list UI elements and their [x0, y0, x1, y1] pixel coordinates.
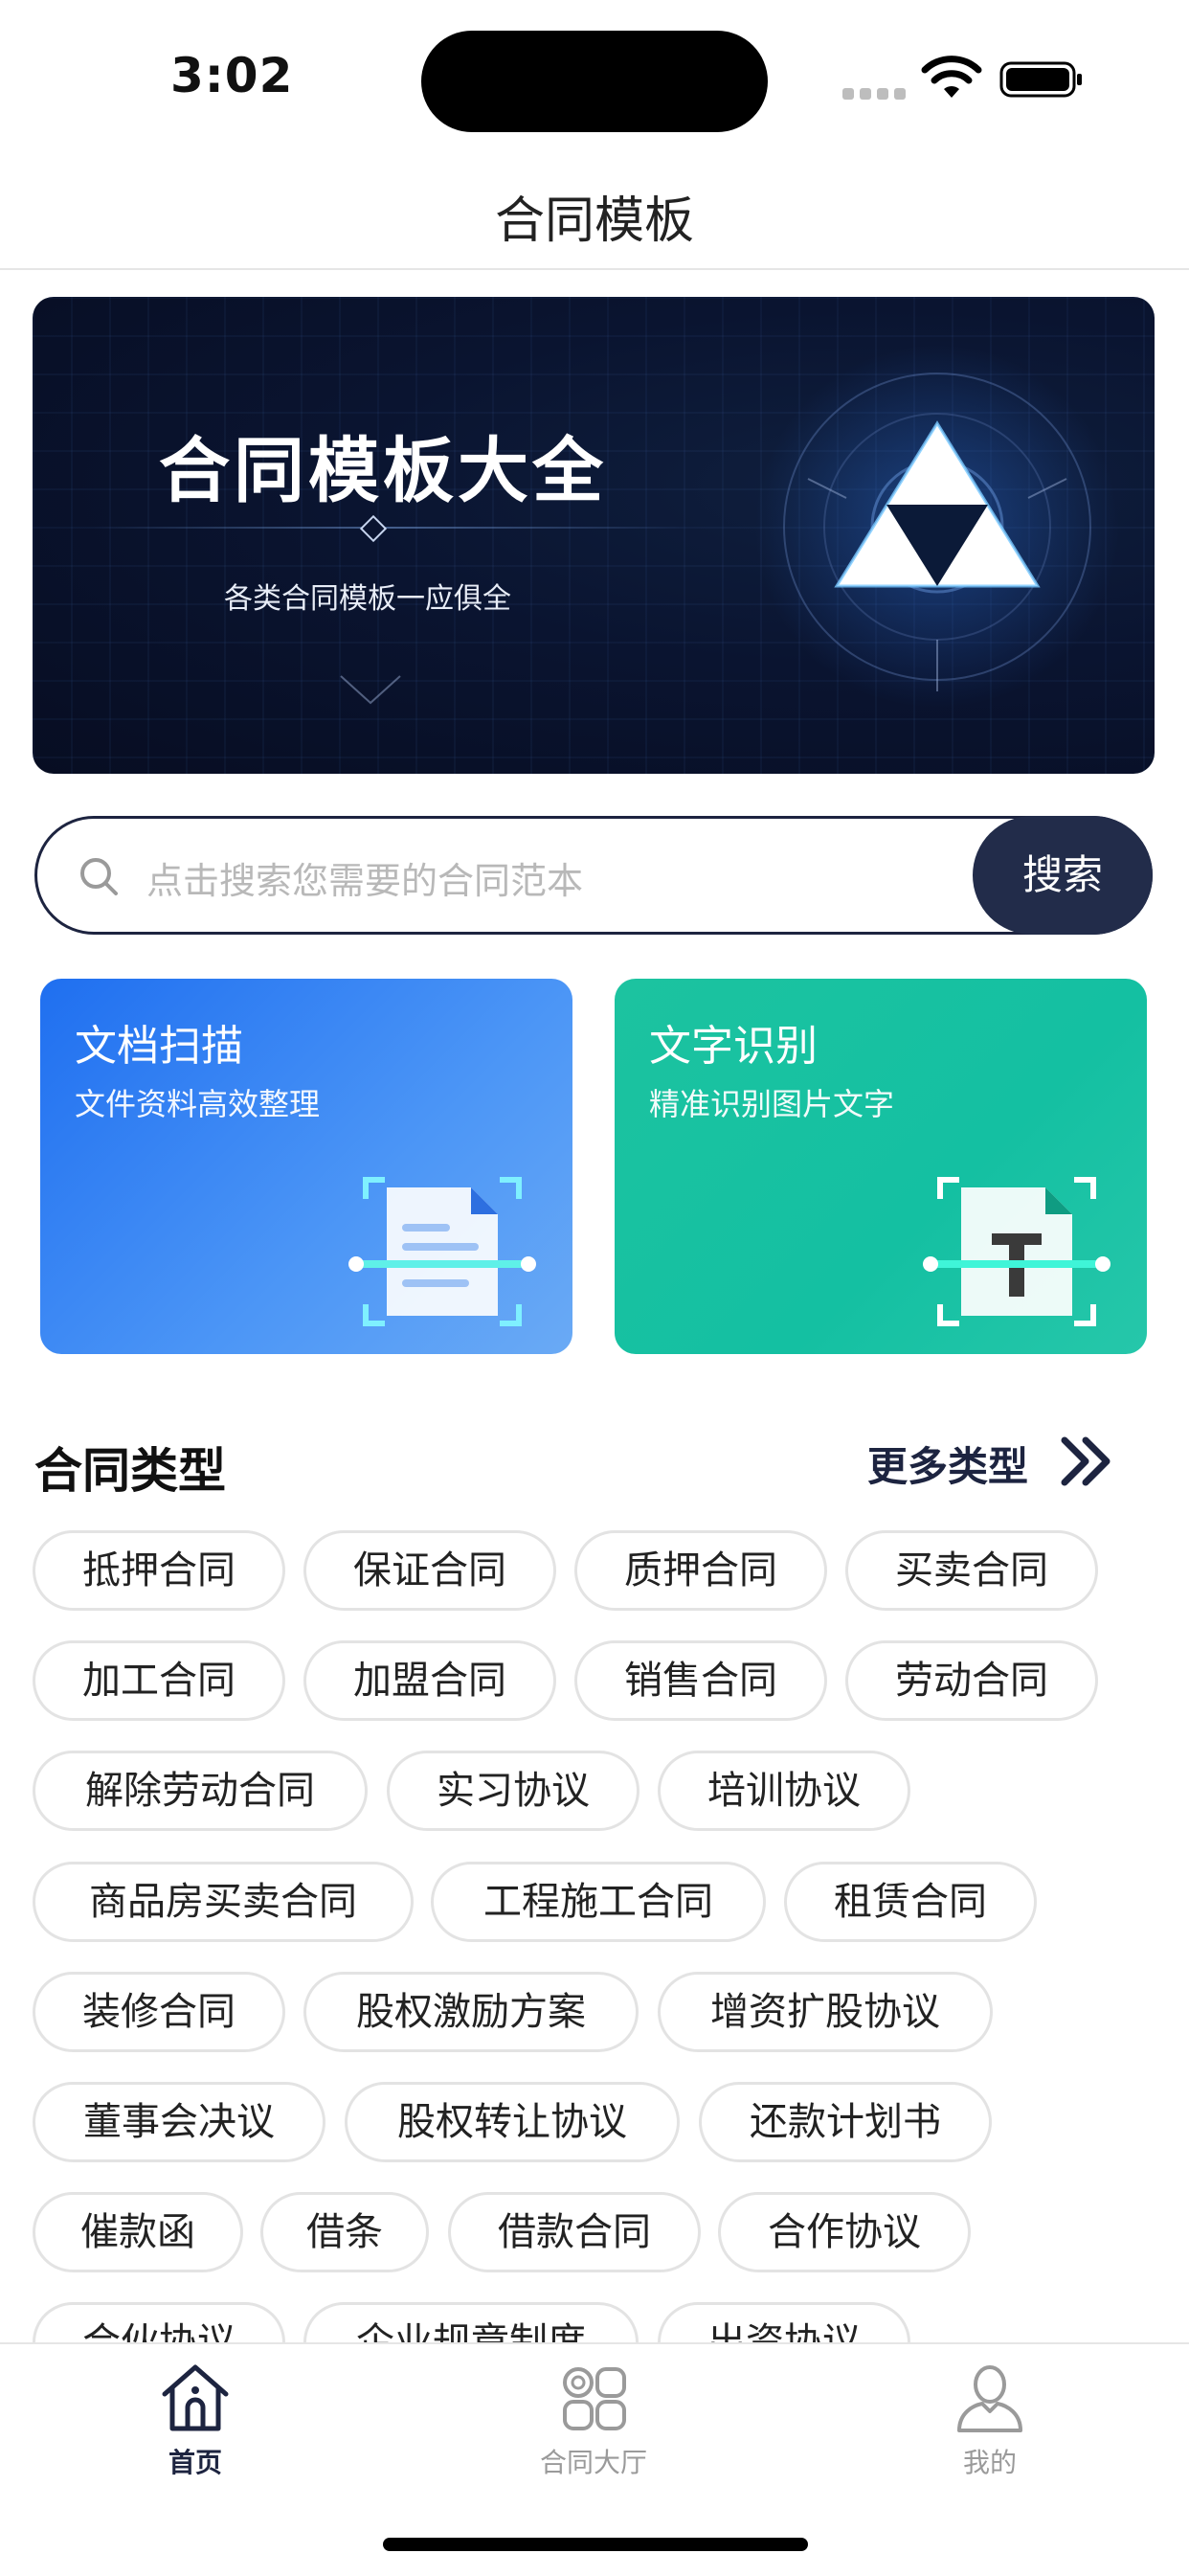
tag-item[interactable]: 租赁合同 — [784, 1862, 1037, 1942]
tag-item[interactable]: 出资协议 — [658, 2302, 910, 2342]
tab-contract-hall[interactable]: 合同大厅 — [488, 2361, 699, 2480]
document-scan-card[interactable]: 文档扫描 文件资料高效整理 — [40, 979, 572, 1354]
tag-item[interactable]: 销售合同 — [574, 1640, 827, 1721]
search-bar[interactable]: 点击搜索您需要的合同范本 搜索 — [34, 816, 1153, 935]
tag-item[interactable]: 装修合同 — [33, 1972, 285, 2052]
search-button[interactable]: 搜索 — [973, 816, 1153, 935]
banner-divider — [94, 527, 687, 529]
tag-item[interactable]: 借条 — [260, 2192, 429, 2272]
banner-title: 合同模板大全 — [159, 430, 607, 512]
wifi-icon — [921, 56, 982, 98]
more-types-link[interactable]: 更多类型 — [867, 1435, 1028, 1493]
banner-subtitle: 各类合同模板一应俱全 — [224, 582, 511, 616]
tab-label: 合同大厅 — [539, 2447, 647, 2478]
user-icon — [957, 2365, 1022, 2432]
card-title: 文字识别 — [649, 1022, 818, 1071]
section-title: 合同类型 — [34, 1443, 226, 1499]
tag-item[interactable]: 借款合同 — [448, 2192, 701, 2272]
tag-item[interactable]: 实习协议 — [387, 1751, 639, 1831]
tag-item[interactable]: 抵押合同 — [33, 1530, 285, 1611]
tag-item[interactable]: 合伙协议 — [33, 2302, 285, 2342]
tag-item[interactable]: 合作协议 — [718, 2192, 971, 2272]
grid-icon — [563, 2367, 626, 2430]
tag-item[interactable]: 劳动合同 — [845, 1640, 1098, 1721]
dynamic-island — [421, 31, 768, 132]
chevron-down-icon — [340, 675, 401, 705]
page-title: 合同模板 — [494, 192, 694, 250]
tag-item[interactable]: 保证合同 — [303, 1530, 556, 1611]
tag-item[interactable]: 催款函 — [33, 2192, 243, 2272]
double-chevron-right-icon[interactable] — [1057, 1433, 1118, 1490]
status-bar: 3:02 — [0, 0, 1189, 153]
search-icon — [80, 858, 118, 895]
tag-item[interactable]: 股权转让协议 — [345, 2082, 680, 2162]
card-description: 文件资料高效整理 — [75, 1086, 321, 1122]
search-input[interactable]: 点击搜索您需要的合同范本 — [146, 851, 583, 904]
tag-item[interactable]: 买卖合同 — [845, 1530, 1098, 1611]
document-scan-icon — [348, 1177, 536, 1326]
text-recognition-icon — [923, 1177, 1110, 1326]
cellular-signal-icon — [842, 88, 906, 100]
card-title: 文档扫描 — [75, 1022, 243, 1071]
card-description: 精准识别图片文字 — [649, 1086, 895, 1122]
tag-item[interactable]: 董事会决议 — [33, 2082, 325, 2162]
banner[interactable]: 合同模板大全 各类合同模板一应俱全 — [33, 297, 1155, 774]
tag-item[interactable]: 商品房买卖合同 — [33, 1862, 414, 1942]
tag-item[interactable]: 股权激励方案 — [303, 1972, 639, 2052]
tag-item[interactable]: 加盟合同 — [303, 1640, 556, 1721]
tab-home[interactable]: 首页 — [90, 2361, 301, 2480]
status-time: 3:02 — [170, 48, 294, 103]
tab-mine[interactable]: 我的 — [885, 2361, 1095, 2480]
tag-item[interactable]: 质押合同 — [574, 1530, 827, 1611]
tag-item[interactable]: 加工合同 — [33, 1640, 285, 1721]
tab-bar: 首页 合同大厅 我的 — [0, 2342, 1189, 2576]
navigation-bar: 合同模板 — [0, 153, 1189, 270]
tag-item[interactable]: 解除劳动合同 — [33, 1751, 368, 1831]
contract-type-tags: 抵押合同 保证合同 质押合同 买卖合同 加工合同 加盟合同 销售合同 劳动合同 … — [33, 1530, 1162, 2342]
triangle-logo-icon — [755, 345, 1119, 709]
tag-item[interactable]: 增资扩股协议 — [658, 1972, 993, 2052]
tag-item[interactable]: 企业规章制度 — [303, 2302, 639, 2342]
tag-item[interactable]: 工程施工合同 — [431, 1862, 766, 1942]
battery-icon — [999, 61, 1082, 98]
text-recognition-card[interactable]: 文字识别 精准识别图片文字 — [615, 979, 1147, 1354]
home-indicator — [383, 2538, 808, 2551]
tab-label: 我的 — [962, 2447, 1017, 2478]
home-icon — [162, 2364, 229, 2431]
tag-item[interactable]: 还款计划书 — [699, 2082, 992, 2162]
tag-item[interactable]: 培训协议 — [658, 1751, 910, 1831]
tab-label: 首页 — [168, 2447, 222, 2478]
